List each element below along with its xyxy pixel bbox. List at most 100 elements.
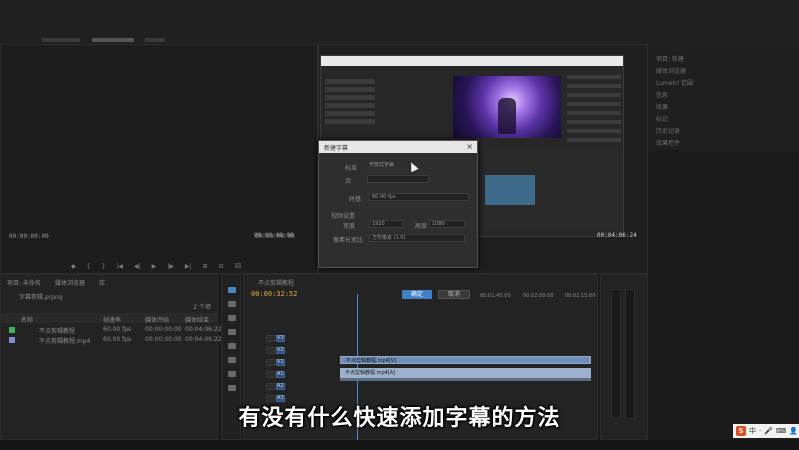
clip-label: 不点剪辑教程.mp4[V]: [346, 358, 397, 364]
item-fps: 60.00 fps: [103, 336, 132, 343]
close-icon[interactable]: ×: [466, 142, 473, 152]
item-start: 00:00:00:00: [145, 336, 182, 343]
go-to-out-button[interactable]: ▶|: [185, 263, 192, 270]
video-frame: [453, 76, 561, 138]
tab-project[interactable]: 项目: 未命名: [7, 278, 41, 287]
track-label: V1: [277, 359, 284, 365]
height-input[interactable]: 1080: [429, 220, 465, 228]
track-select-tool-icon[interactable]: [228, 301, 236, 307]
panel-item[interactable]: 效果控件: [656, 138, 680, 147]
source-timecode-left: 00:00:00:00: [9, 233, 49, 240]
nested-project-list: [325, 76, 395, 136]
stream-select[interactable]: [367, 175, 429, 183]
col-name[interactable]: 名称: [21, 315, 33, 324]
panel-item[interactable]: 项目: 新建: [656, 54, 684, 63]
punctuation-icon[interactable]: ·: [759, 427, 761, 435]
col-media-start[interactable]: 媒体开始: [145, 315, 169, 324]
dialog-title: 新建字幕: [324, 145, 349, 152]
system-tray: S 中 · 🎤 ⌨ 👤: [733, 424, 799, 438]
program-timecode-left: 00:00:00:00: [254, 232, 294, 239]
track-label: V2: [277, 347, 284, 353]
ok-button[interactable]: 确定: [402, 290, 432, 299]
audio-clip[interactable]: 不点剪辑教程.mp4[A]: [340, 368, 591, 378]
export-frame-button[interactable]: ⌧: [235, 263, 242, 270]
table-row[interactable]: 不点剪辑教程.mp4 60.00 fps 00:00:00:00 00:04:0…: [1, 335, 222, 345]
height-label: 高度: [415, 223, 428, 230]
razor-tool-icon[interactable]: [228, 329, 236, 335]
nested-timeline: [481, 151, 621, 231]
go-to-in-button[interactable]: |◀: [116, 263, 123, 270]
panel-item[interactable]: 效果: [656, 102, 668, 111]
ime-mode-icon[interactable]: 中: [749, 426, 756, 436]
item-name: 不点剪辑教程.mp4: [39, 338, 91, 345]
type-tool-icon[interactable]: [228, 385, 236, 391]
play-button[interactable]: ▶: [152, 263, 157, 270]
mark-in-button[interactable]: {: [87, 263, 91, 270]
keyboard-icon[interactable]: ⌨: [776, 427, 786, 435]
panel-item[interactable]: 媒体浏览器: [656, 66, 686, 75]
menu-tab-active[interactable]: [92, 38, 134, 42]
nested-titlebar: [321, 56, 623, 66]
clip-label: 不点剪辑教程.mp4[A]: [345, 370, 396, 376]
panel-item[interactable]: 信息: [656, 90, 668, 99]
sequence-tab[interactable]: 不点剪辑教程: [258, 278, 294, 287]
pixel-aspect-select[interactable]: 方形像素 (1.0): [369, 234, 465, 242]
table-row[interactable]: 不点剪辑教程 60.00 fps 00:00:00:00 00:04:06:22: [1, 325, 222, 335]
project-file-name: 字幕剪辑.prproj: [19, 294, 63, 301]
mark-out-button[interactable]: }: [101, 263, 105, 270]
ripple-edit-tool-icon[interactable]: [228, 315, 236, 321]
step-forward-button[interactable]: |▶: [167, 263, 174, 270]
pen-tool-icon[interactable]: [228, 357, 236, 363]
right-panel-list: 项目: 新建 媒体浏览器 Lumetri 范围 信息 效果 标记 历史记录 效果…: [648, 44, 799, 150]
track-label: A2: [277, 383, 284, 389]
figure-silhouette: [498, 98, 516, 134]
color-label: [9, 337, 15, 343]
panel-item[interactable]: Lumetri 范围: [656, 78, 693, 87]
slip-tool-icon[interactable]: [228, 343, 236, 349]
nested-clip: [485, 175, 535, 205]
item-count: 2 个项: [193, 304, 211, 311]
new-caption-dialog: 新建字幕 × 标准 开放式字幕 流 时基 60.00 fps 视频设置 宽度 1…: [318, 140, 478, 268]
overwrite-button[interactable]: ⊟: [219, 263, 224, 270]
selection-tool-icon[interactable]: [228, 287, 236, 293]
video-clip[interactable]: 不点剪辑教程.mp4[V]: [340, 356, 591, 364]
width-label: 宽度: [343, 223, 356, 230]
tab-media-browser[interactable]: 媒体浏览器: [55, 278, 85, 287]
track-label: V3: [277, 335, 284, 341]
tab-libraries[interactable]: 库: [99, 278, 105, 287]
timebase-select[interactable]: 60.00 fps: [369, 193, 469, 201]
ruler-tick: 00:02:00:00: [523, 293, 554, 299]
insert-button[interactable]: ⊞: [202, 263, 207, 270]
panel-item[interactable]: 历史记录: [656, 126, 680, 135]
item-end: 00:04:06:22: [185, 326, 222, 333]
cancel-button[interactable]: 取消: [438, 290, 470, 299]
menu-tab[interactable]: [42, 38, 80, 42]
marker-button[interactable]: ◆: [71, 263, 76, 270]
ruler-tick: 00:01:45:00: [480, 293, 511, 299]
item-end: 00:04:06:22: [185, 336, 222, 343]
sogou-ime-icon[interactable]: S: [736, 426, 746, 436]
microphone-icon[interactable]: 🎤: [764, 427, 773, 435]
menu-tab[interactable]: [145, 38, 165, 42]
color-label: [9, 327, 15, 333]
nested-effects-list: [567, 70, 621, 150]
timebase-label: 时基: [349, 196, 362, 203]
column-header: 名称 帧速率 媒体开始 媒体结束: [1, 313, 217, 324]
stream-label: 流: [345, 178, 352, 185]
source-monitor: 00:00:00:00 00:00:00:00 ◆ { } |◀ ◀| ▶ |▶…: [0, 44, 318, 274]
col-media-end[interactable]: 媒体结束: [185, 315, 209, 324]
item-name: 不点剪辑教程: [39, 328, 76, 335]
panel-item[interactable]: 标记: [656, 114, 668, 123]
dialog-titlebar: 新建字幕 ×: [319, 141, 477, 153]
timeline-timecode[interactable]: 00:00:32:52: [251, 290, 297, 298]
user-icon[interactable]: 👤: [789, 427, 798, 435]
track-label: A1: [277, 371, 284, 377]
pixel-aspect-label: 像素长宽比: [333, 237, 364, 244]
step-back-button[interactable]: ◀|: [134, 263, 141, 270]
hand-tool-icon[interactable]: [228, 371, 236, 377]
ruler-tick: 00:02:15:00: [565, 293, 596, 299]
menu-bar: [0, 0, 799, 44]
width-input[interactable]: 1920: [369, 220, 403, 228]
col-fps[interactable]: 帧速率: [103, 315, 121, 324]
video-subtitle: 有没有什么快速添加字幕的方法: [238, 406, 561, 431]
